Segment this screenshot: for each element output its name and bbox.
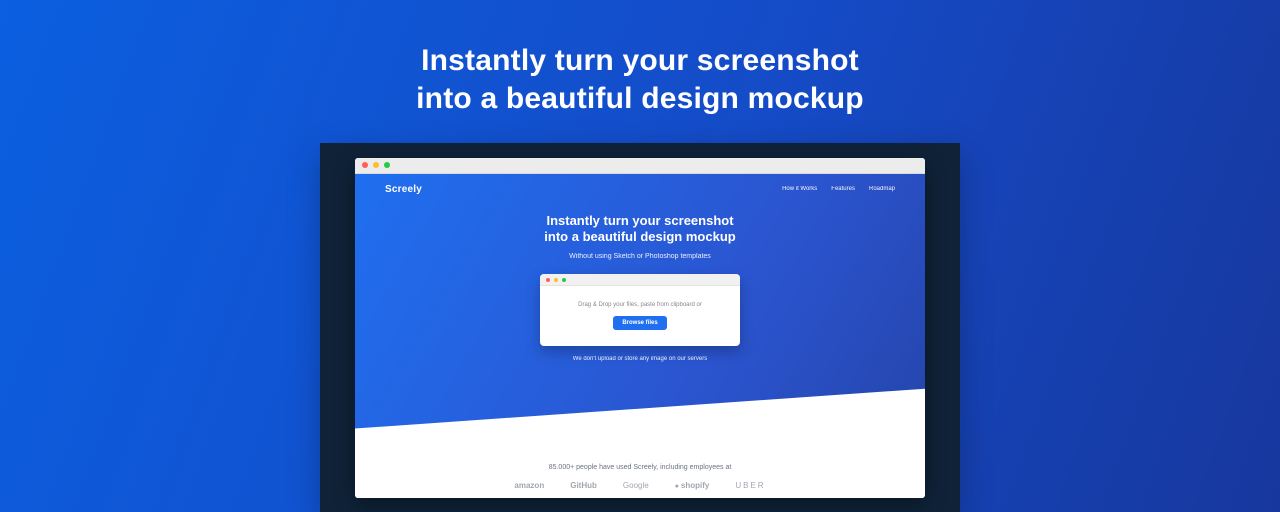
mockup-outer-frame: Screely How it Works Features Roadmap In… — [320, 143, 960, 512]
drop-card-titlebar — [540, 274, 740, 286]
nav-link-features[interactable]: Features — [831, 186, 855, 192]
window-zoom-icon — [384, 162, 390, 168]
inner-hero-headline: Instantly turn your screenshot into a be… — [355, 213, 925, 247]
nav-links: How it Works Features Roadmap — [782, 186, 895, 192]
logo-row: amazon GitHub Google shopify UBER — [355, 481, 925, 490]
logo-google: Google — [623, 481, 649, 490]
logo-github: GitHub — [570, 481, 597, 490]
browse-files-button[interactable]: Browse files — [613, 316, 666, 330]
drop-card[interactable]: Drag & Drop your files, paste from clipb… — [540, 274, 740, 346]
drop-hint: Drag & Drop your files, paste from clipb… — [550, 302, 730, 308]
nav-link-roadmap[interactable]: Roadmap — [869, 186, 895, 192]
logo-amazon: amazon — [514, 481, 544, 490]
inner-headline-2: into a beautiful design mockup — [544, 229, 735, 244]
logo-shopify: shopify — [675, 481, 710, 490]
social-proof-section: 85.000+ people have used Screely, includ… — [355, 464, 925, 490]
hero-line-1: Instantly turn your screenshot — [421, 44, 859, 77]
card-close-icon — [546, 278, 550, 282]
drop-card-body: Drag & Drop your files, paste from clipb… — [540, 286, 740, 346]
mockup-page: Screely How it Works Features Roadmap In… — [355, 174, 925, 498]
card-minimize-icon — [554, 278, 558, 282]
nav-link-how-it-works[interactable]: How it Works — [782, 186, 817, 192]
logo-uber: UBER — [735, 481, 765, 490]
inner-hero: Instantly turn your screenshot into a be… — [355, 213, 925, 261]
window-close-icon — [362, 162, 368, 168]
browser-titlebar — [355, 158, 925, 174]
window-minimize-icon — [373, 162, 379, 168]
mockup-nav: Screely How it Works Features Roadmap — [355, 174, 925, 195]
brand-logo[interactable]: Screely — [385, 184, 422, 195]
card-zoom-icon — [562, 278, 566, 282]
privacy-note: We don't upload or store any image on ou… — [355, 356, 925, 362]
browser-window: Screely How it Works Features Roadmap In… — [355, 158, 925, 498]
social-proof-text: 85.000+ people have used Screely, includ… — [355, 464, 925, 471]
hero-line-2: into a beautiful design mockup — [416, 82, 864, 115]
inner-hero-subtitle: Without using Sketch or Photoshop templa… — [355, 253, 925, 260]
page-hero-title: Instantly turn your screenshot into a be… — [416, 42, 864, 117]
inner-headline-1: Instantly turn your screenshot — [546, 213, 733, 228]
